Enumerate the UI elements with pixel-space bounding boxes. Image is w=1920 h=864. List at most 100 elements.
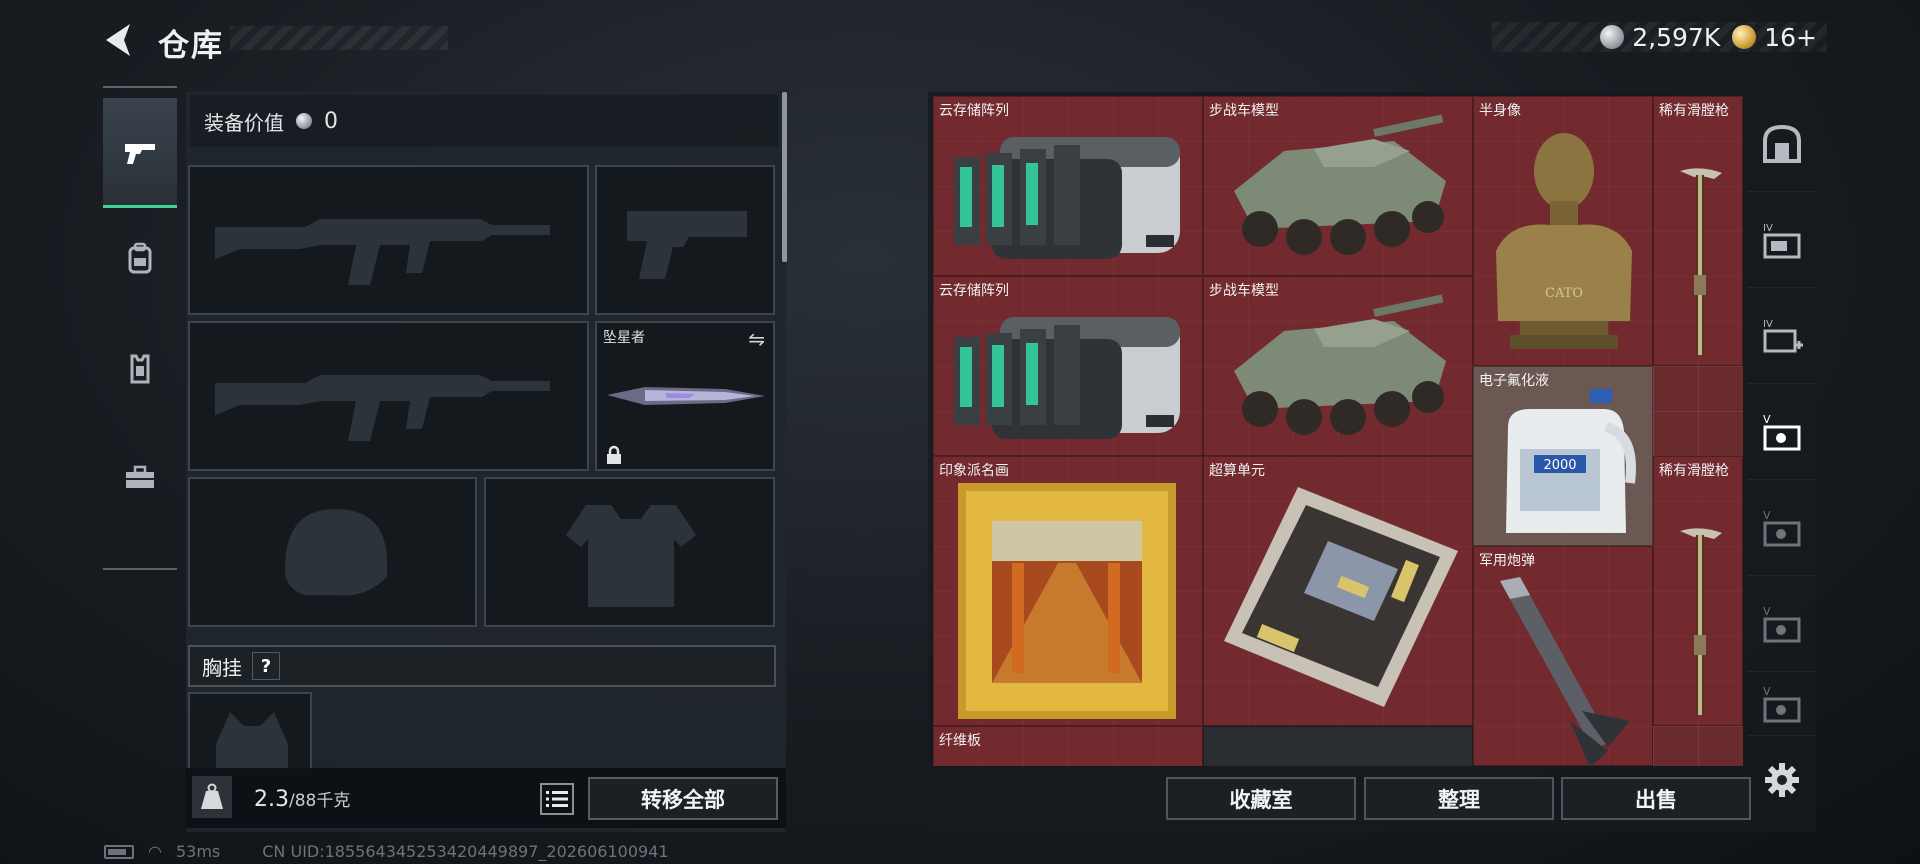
tab-container-v-active[interactable]: V bbox=[1748, 384, 1816, 480]
helmet-silhouette-icon bbox=[285, 509, 387, 596]
swap-icon[interactable]: ⇋ bbox=[748, 327, 765, 351]
svg-text:IV: IV bbox=[1763, 319, 1773, 330]
silver-currency[interactable]: 2,597K bbox=[1600, 23, 1720, 52]
title-decoration bbox=[230, 26, 448, 50]
item-name: 云存储阵列 bbox=[939, 103, 1009, 119]
tab-container-v-3[interactable]: V bbox=[1748, 576, 1816, 672]
silver-coin-icon bbox=[1600, 25, 1625, 49]
svg-text:IV: IV bbox=[1763, 223, 1773, 234]
storage-grid: 云存储阵列 步战车模型 半身像 CATO 稀有滑膛枪 云存储阵列 步战车模型 电… bbox=[933, 96, 1743, 766]
item-cloud-storage-array[interactable]: 云存储阵列 bbox=[933, 96, 1203, 276]
svg-text:V: V bbox=[1763, 509, 1771, 522]
melee-slot[interactable]: 坠星者 ⇋ bbox=[595, 321, 775, 471]
primary-weapon-slot-1[interactable] bbox=[188, 165, 589, 315]
container-v-icon: V bbox=[1763, 685, 1801, 722]
helmet-slot[interactable] bbox=[188, 477, 477, 627]
body-armor-silhouette-icon bbox=[566, 505, 696, 607]
container-v-icon: V bbox=[1763, 605, 1801, 642]
chest-rig-label: 胸挂 bbox=[202, 655, 242, 680]
silver-currency-value: 2,597K bbox=[1632, 22, 1721, 52]
list-icon bbox=[546, 791, 568, 807]
tab-weapons[interactable] bbox=[103, 98, 177, 208]
gold-coin-icon bbox=[1732, 25, 1757, 49]
item-bust[interactable]: 半身像 CATO bbox=[1473, 96, 1653, 366]
equipment-value-bar: 装备价值 0 bbox=[190, 95, 778, 147]
gold-currency[interactable]: 16+ bbox=[1732, 23, 1817, 52]
item-military-shell[interactable]: 军用炮弹 bbox=[1473, 546, 1653, 766]
chest-rig-header: 胸挂 ? bbox=[188, 645, 776, 687]
item-ifv-model[interactable]: 步战车模型 bbox=[1203, 96, 1473, 276]
rifle-silhouette-icon bbox=[215, 219, 550, 285]
item-ifv-model[interactable]: 步战车模型 bbox=[1203, 276, 1473, 456]
currency-bar: 2,597K 16+ bbox=[1492, 22, 1827, 52]
empty-storage-cell[interactable] bbox=[1203, 726, 1473, 766]
tab-backpack[interactable] bbox=[103, 203, 177, 313]
item-name: 印象派名画 bbox=[939, 463, 1009, 479]
chemical-jug-icon: 2000 bbox=[1506, 389, 1636, 533]
equipment-value: 0 bbox=[324, 108, 338, 134]
item-name: 军用炮弹 bbox=[1479, 553, 1535, 569]
server-icon bbox=[954, 317, 1180, 439]
container-iv-add-icon: IV bbox=[1763, 319, 1803, 352]
pistol-slot[interactable] bbox=[595, 165, 775, 315]
wifi-icon: ◠ bbox=[148, 842, 162, 861]
item-supercomputing-unit[interactable]: 超算单元 bbox=[1203, 456, 1473, 726]
carry-weight: 2.3/88千克 bbox=[254, 786, 350, 812]
backpack-icon bbox=[128, 242, 152, 274]
circuit-board-icon bbox=[1224, 487, 1458, 707]
item-rare-musket[interactable]: 稀有滑膛枪 bbox=[1653, 456, 1743, 726]
silver-coin-icon bbox=[296, 113, 312, 129]
ping-value: 53ms bbox=[175, 842, 221, 861]
help-icon[interactable]: ? bbox=[252, 652, 280, 680]
musket-icon bbox=[1680, 168, 1722, 355]
body-armor-slot[interactable] bbox=[484, 477, 775, 627]
item-name: 稀有滑膛枪 bbox=[1659, 103, 1729, 119]
sell-button[interactable]: 出售 bbox=[1561, 777, 1751, 820]
list-view-button[interactable] bbox=[540, 783, 574, 815]
pistol-silhouette-icon bbox=[627, 211, 747, 279]
armored-vehicle-icon bbox=[1234, 294, 1446, 435]
tab-container-iv[interactable]: IV bbox=[1748, 192, 1816, 288]
gear-icon[interactable] bbox=[1764, 762, 1800, 798]
tab-armor[interactable] bbox=[103, 313, 177, 423]
server-icon bbox=[954, 137, 1180, 259]
container-iv-icon: IV bbox=[1763, 223, 1801, 258]
container-v-icon: V bbox=[1763, 413, 1801, 450]
tab-toolbox[interactable] bbox=[103, 423, 177, 533]
page-title: 仓库 bbox=[158, 28, 224, 64]
collection-room-button[interactable]: 收藏室 bbox=[1166, 777, 1356, 820]
transfer-all-button[interactable]: 转移全部 bbox=[588, 777, 778, 820]
toolbox-icon bbox=[126, 465, 154, 488]
rifle-silhouette-icon bbox=[215, 375, 550, 441]
lock-icon bbox=[607, 445, 621, 464]
item-rare-musket[interactable]: 稀有滑膛枪 bbox=[1653, 96, 1743, 366]
item-electronic-fluorinated-liquid[interactable]: 电子氟化液 2000 bbox=[1473, 366, 1653, 546]
framed-painting-icon bbox=[958, 483, 1176, 719]
tab-container-v-4[interactable]: V bbox=[1748, 672, 1816, 736]
item-name: 纤维板 bbox=[939, 733, 981, 749]
knife-icon bbox=[607, 387, 765, 405]
vault-icon bbox=[1763, 124, 1801, 163]
svg-text:V: V bbox=[1763, 685, 1771, 698]
tab-container-iv-add[interactable]: IV bbox=[1748, 288, 1816, 384]
item-name: 稀有滑膛枪 bbox=[1659, 463, 1729, 479]
sort-button[interactable]: 整理 bbox=[1364, 777, 1554, 820]
category-tabs bbox=[103, 86, 177, 570]
svg-text:V: V bbox=[1763, 605, 1771, 618]
carry-weight-value: 2.3 bbox=[254, 787, 289, 812]
equipment-scrollbar[interactable] bbox=[782, 92, 787, 262]
item-impressionist-painting[interactable]: 印象派名画 bbox=[933, 456, 1203, 726]
tab-container-v-2[interactable]: V bbox=[1748, 480, 1816, 576]
item-cloud-storage-array[interactable]: 云存储阵列 bbox=[933, 276, 1203, 456]
user-uid: CN UID:185564345253420449897_20260610094… bbox=[262, 842, 669, 861]
back-arrow-icon[interactable] bbox=[100, 20, 140, 60]
equipment-value-label: 装备价值 bbox=[204, 110, 284, 135]
primary-weapon-slot-2[interactable] bbox=[188, 321, 589, 471]
carry-weight-max: /88千克 bbox=[289, 791, 351, 811]
artillery-shell-icon bbox=[1500, 577, 1630, 766]
chest-rig-slot[interactable] bbox=[188, 692, 312, 772]
tab-vault[interactable] bbox=[1748, 96, 1816, 192]
chest-rig-silhouette-icon bbox=[216, 712, 288, 770]
item-fiberboard[interactable]: 纤维板 bbox=[933, 726, 1203, 766]
gold-currency-value: 16+ bbox=[1764, 22, 1817, 52]
